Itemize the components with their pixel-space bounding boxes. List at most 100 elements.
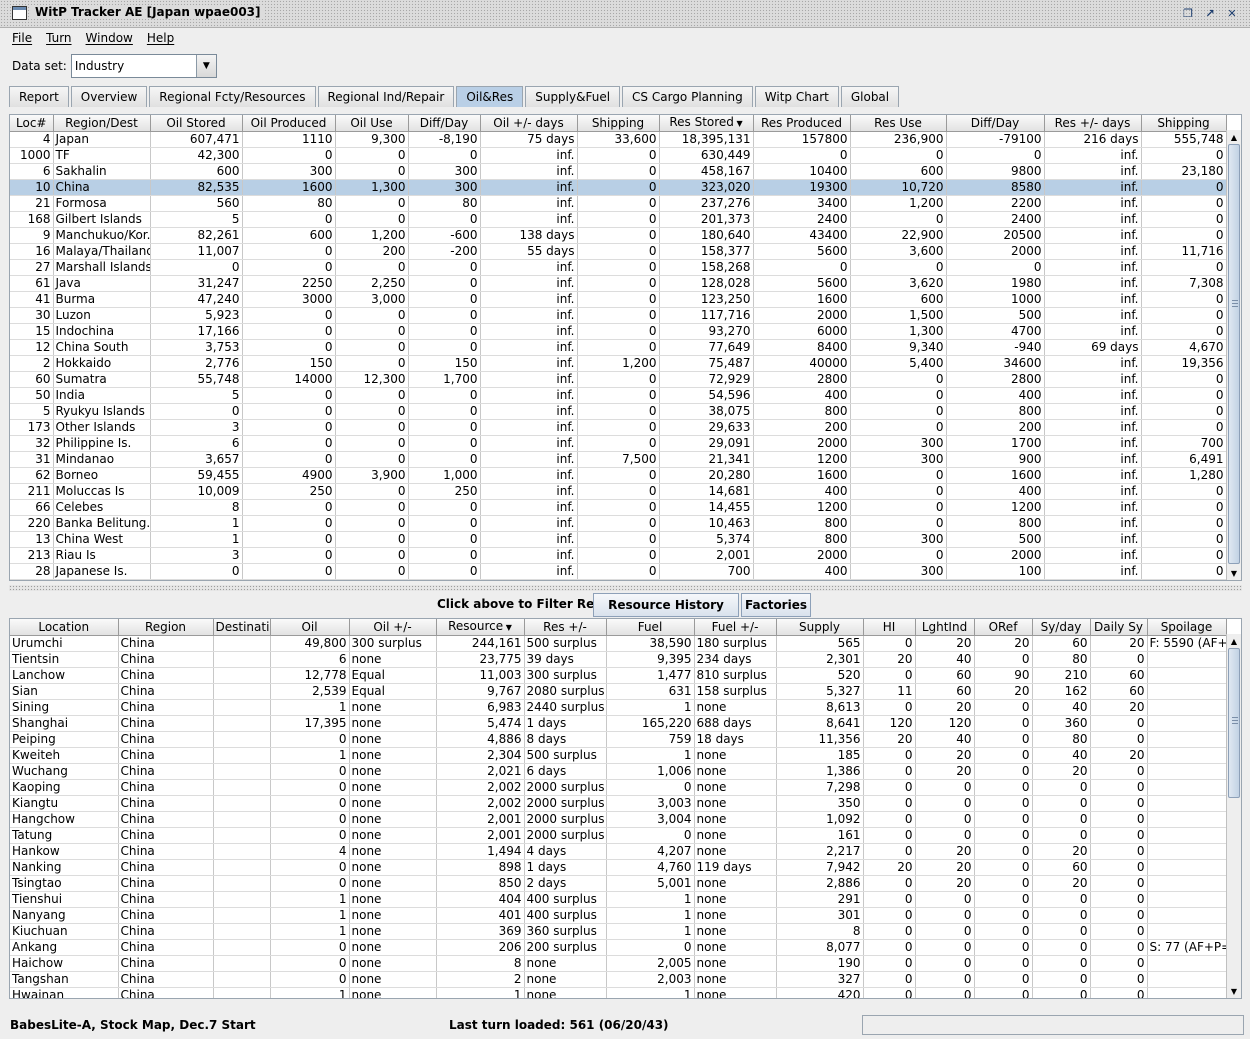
table-row[interactable]: 60 Sumatra 55,748 14000 12,300 1,700 inf. 0 72,9…: [10, 371, 1227, 388]
table-row[interactable]: Shanghai China 17,395 none 5,474 1 days 165,22…: [10, 715, 1227, 732]
column-header-diff-day-5[interactable]: Diff/Day: [408, 115, 481, 132]
maximize-icon[interactable]: ↗: [1202, 6, 1218, 21]
table-row[interactable]: Kiangtu China 0 none 2,002 2000 surplus 3,003 n…: [10, 795, 1227, 812]
table-row[interactable]: 4 Japan 607,471 1110 9,300 -8,190 75 days 33,60…: [10, 131, 1227, 148]
table-row[interactable]: 30 Luzon 5,923 0 0 0 inf. 0 117,716 2000 1,500 500 i…: [10, 307, 1227, 324]
column-header-supply-9[interactable]: Supply: [776, 619, 864, 636]
table-row[interactable]: Kweiteh China 1 none 2,304 500 surplus 1 none 18…: [10, 747, 1227, 764]
table-row[interactable]: 9 Manchukuo/Kor... 82,261 600 1,200 -600 138 d…: [10, 227, 1227, 244]
menu-window[interactable]: Window: [86, 31, 133, 45]
table-row[interactable]: 173 Other Islands 3 0 0 0 inf. 0 29,633 200 0 200 in…: [10, 419, 1227, 436]
table-row[interactable]: Kiuchuan China 1 none 369 360 surplus 1 none 8 0 0…: [10, 923, 1227, 940]
tab-global[interactable]: Global: [840, 86, 900, 107]
column-header-oil-use-4[interactable]: Oil Use: [335, 115, 409, 132]
column-header-daily-sy-14[interactable]: Daily Sy: [1090, 619, 1148, 636]
column-header-hi-10[interactable]: HI: [863, 619, 916, 636]
column-header-resource-5[interactable]: Resource ▼: [436, 619, 525, 636]
tab-report[interactable]: Report: [9, 86, 69, 107]
tab-cs-cargo-planning[interactable]: CS Cargo Planning: [622, 86, 753, 107]
column-header-loc-0[interactable]: Loc#: [10, 115, 54, 132]
table-row[interactable]: Haichow China 0 none 8 none 2,005 none 190 0 0 0 0 0: [10, 955, 1227, 972]
scroll-down-icon[interactable]: ▼: [1227, 984, 1241, 998]
table-row[interactable]: 28 Japanese Is. 0 0 0 0 inf. 0 700 400 300 100 inf. 0: [10, 563, 1227, 580]
table-row[interactable]: 66 Celebes 8 0 0 0 inf. 0 14,455 1200 0 1200 inf. 0: [10, 499, 1227, 516]
table-row[interactable]: Nanyang China 1 none 401 400 surplus 1 none 301 0…: [10, 907, 1227, 924]
table-row[interactable]: 213 Riau Is 3 0 0 0 inf. 0 2,001 2000 0 2000 inf. 0: [10, 547, 1227, 564]
table-row[interactable]: 16 Malaya/Thailand 11,007 0 200 -200 55 days 0 1…: [10, 243, 1227, 260]
table-row[interactable]: Nanking China 0 none 898 1 days 4,760 119 days 7…: [10, 859, 1227, 876]
table-row[interactable]: Tatung China 0 none 2,001 2000 surplus 0 none 16…: [10, 827, 1227, 844]
column-header-oil-days-6[interactable]: Oil +/- days: [480, 115, 578, 132]
column-header-oil-stored-2[interactable]: Oil Stored: [150, 115, 243, 132]
table-row[interactable]: Kaoping China 0 none 2,002 2000 surplus 0 none 7…: [10, 779, 1227, 796]
column-header-res-days-12[interactable]: Res +/- days: [1044, 115, 1142, 132]
panel-splitter[interactable]: [9, 585, 1242, 591]
table-row[interactable]: 50 India 5 0 0 0 inf. 0 54,596 400 0 400 inf. 0: [10, 387, 1227, 404]
menu-turn[interactable]: Turn: [46, 31, 71, 45]
menu-help[interactable]: Help: [147, 31, 174, 45]
table-row[interactable]: 21 Formosa 560 80 0 80 inf. 0 237,276 3400 1,200 22…: [10, 195, 1227, 212]
column-header-oil-produced-3[interactable]: Oil Produced: [242, 115, 336, 132]
table-row[interactable]: Tangshan China 0 none 2 none 2,003 none 327 0 0 0 0 0: [10, 971, 1227, 988]
column-header-region-dest-1[interactable]: Region/Dest: [53, 115, 151, 132]
table-row[interactable]: 1000 TF 42,300 0 0 0 inf. 0 630,449 0 0 0 inf. 0: [10, 147, 1227, 164]
bottom-table-scrollbar[interactable]: ▲ ▼: [1226, 634, 1241, 998]
column-header-lghtind-11[interactable]: LghtInd: [915, 619, 975, 636]
table-row[interactable]: 2 Hokkaido 2,776 150 0 150 inf. 1,200 75,487 4000…: [10, 355, 1227, 372]
table-row[interactable]: Sining China 1 none 6,983 2440 surplus 1 none 8,…: [10, 699, 1227, 716]
scroll-up-icon[interactable]: ▲: [1227, 634, 1241, 648]
column-header-diff-day-11[interactable]: Diff/Day: [946, 115, 1045, 132]
column-header-fuel-8[interactable]: Fuel +/-: [694, 619, 777, 636]
tab-witp-chart[interactable]: Witp Chart: [754, 86, 839, 107]
table-row[interactable]: 61 Java 31,247 2250 2,250 0 inf. 0 128,028 5600 3,…: [10, 275, 1227, 292]
column-header-fuel-7[interactable]: Fuel: [606, 619, 695, 636]
table-row[interactable]: Tienshui China 1 none 404 400 surplus 1 none 291…: [10, 891, 1227, 908]
table-row[interactable]: 5 Ryukyu Islands 0 0 0 0 inf. 0 38,075 800 0 800 inf…: [10, 403, 1227, 420]
table-row[interactable]: 32 Philippine Is. 6 0 0 0 inf. 0 29,091 2000 300 17…: [10, 435, 1227, 452]
tab-supply-fuel[interactable]: Supply&Fuel: [525, 86, 621, 107]
column-header-oref-12[interactable]: ORef: [974, 619, 1033, 636]
table-row[interactable]: Tsingtao China 0 none 850 2 days 5,001 none 2,88…: [10, 875, 1227, 892]
table-row[interactable]: 41 Burma 47,240 3000 3,000 0 inf. 0 123,250 1600 6…: [10, 291, 1227, 308]
table-row[interactable]: 6 Sakhalin 600 300 0 300 inf. 0 458,167 10400 600 9…: [10, 163, 1227, 180]
column-header-shipping-13[interactable]: Shipping: [1141, 115, 1227, 132]
column-header-location-0[interactable]: Location: [10, 619, 119, 636]
table-row[interactable]: Ankang China 0 none 206 200 surplus 0 none 8,077…: [10, 939, 1227, 956]
tab-regional-ind-repair[interactable]: Regional Ind/Repair: [317, 86, 455, 107]
table-row[interactable]: Lanchow China 12,778 Equal 11,003 300 surplus…: [10, 667, 1227, 684]
table-row[interactable]: Peiping China 0 none 4,886 8 days 759 18 days 11…: [10, 731, 1227, 748]
column-header-res-6[interactable]: Res +/-: [524, 619, 607, 636]
restore-icon[interactable]: ❐: [1180, 6, 1196, 21]
column-header-spoilage-15[interactable]: Spoilage: [1147, 619, 1227, 636]
table-row[interactable]: 31 Mindanao 3,657 0 0 0 inf. 7,500 21,341 1200 300…: [10, 451, 1227, 468]
dataset-select[interactable]: Industry ▼: [70, 54, 217, 78]
table-row[interactable]: 12 China South 3,753 0 0 0 inf. 0 77,649 8400 9,34…: [10, 339, 1227, 356]
close-icon[interactable]: ✕: [1224, 6, 1240, 21]
table-row[interactable]: Sian China 2,539 Equal 9,767 2080 surplus 631 1…: [10, 683, 1227, 700]
table-row[interactable]: 168 Gilbert Islands 5 0 0 0 inf. 0 201,373 2400 0 2…: [10, 211, 1227, 228]
table-row[interactable]: 13 China West 1 0 0 0 inf. 0 5,374 800 300 500 inf. 0: [10, 531, 1227, 548]
chevron-down-icon[interactable]: ▼: [195, 55, 216, 77]
tab-regional-fcty-resources[interactable]: Regional Fcty/Resources: [149, 86, 316, 107]
table-row[interactable]: 27 Marshall Islands 0 0 0 0 inf. 0 158,268 0 0 0 inf…: [10, 259, 1227, 276]
menu-file[interactable]: File: [12, 31, 32, 45]
table-row[interactable]: 10 China 82,535 1600 1,300 300 inf. 0 323,020 193…: [10, 179, 1227, 196]
table-row[interactable]: Wuchang China 0 none 2,021 6 days 1,006 none 1,3…: [10, 763, 1227, 780]
table-row[interactable]: 220 Banka Belitung... 1 0 0 0 inf. 0 10,463 800 0 8…: [10, 515, 1227, 532]
column-header-shipping-7[interactable]: Shipping: [577, 115, 660, 132]
tab-overview[interactable]: Overview: [70, 86, 148, 107]
table-row[interactable]: 211 Moluccas Is 10,009 250 0 250 inf. 0 14,681 40…: [10, 483, 1227, 500]
top-table-scroll-thumb[interactable]: [1228, 144, 1240, 564]
table-row[interactable]: 15 Indochina 17,166 0 0 0 inf. 0 93,270 6000 1,300…: [10, 323, 1227, 340]
scroll-down-icon[interactable]: ▼: [1227, 566, 1241, 580]
table-row[interactable]: Hankow China 4 none 1,494 4 days 4,207 none 2,21…: [10, 843, 1227, 860]
tab-oil-res[interactable]: Oil&Res: [456, 86, 524, 107]
top-table-scrollbar[interactable]: ▲ ▼: [1226, 130, 1241, 580]
bottom-table-scroll-thumb[interactable]: [1228, 648, 1240, 798]
column-header-res-produced-9[interactable]: Res Produced: [753, 115, 851, 132]
column-header-destinati-2[interactable]: Destinati...: [213, 619, 271, 636]
column-header-region-1[interactable]: Region: [118, 619, 214, 636]
column-header-oil-4[interactable]: Oil +/-: [349, 619, 437, 636]
column-header-sy-day-13[interactable]: Sy/day: [1032, 619, 1091, 636]
resource-history-button[interactable]: Resource History: [593, 593, 739, 617]
